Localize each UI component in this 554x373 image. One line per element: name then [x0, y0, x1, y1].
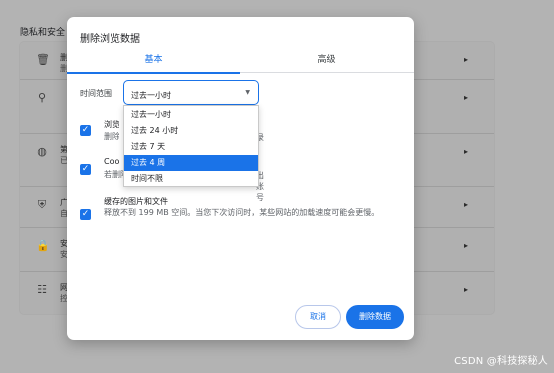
time-range-dropdown: 过去一小时 过去 24 小时 过去 7 天 过去 4 周 时间不限 [123, 105, 259, 187]
trash-icon: 🗑 [36, 53, 50, 66]
option-last-hour[interactable]: 过去一小时 [124, 107, 258, 123]
option-title: Cookie [104, 157, 120, 166]
option-title: 缓存的图片和文件 [104, 197, 168, 206]
option-desc: 释放不到 199 MB 空间。当您下次访问时，某些网站的加载速度可能会更慢。 [104, 208, 380, 217]
option-last-24-hours[interactable]: 过去 24 小时 [124, 123, 258, 139]
checkbox-cookies[interactable]: ✓ [80, 164, 91, 175]
option-title: 浏览记录 [104, 120, 119, 129]
time-range-select[interactable]: 过去一小时 ▼ [123, 80, 259, 105]
caret-down-icon: ▼ [245, 89, 250, 96]
delete-data-button[interactable]: 删除数据 [346, 305, 404, 329]
chevron-right-icon: ▸ [463, 285, 468, 294]
checkbox-browsing-history[interactable]: ✓ [80, 125, 91, 136]
chevron-right-icon: ▸ [463, 55, 468, 64]
option-desc: 若删除 [104, 170, 124, 179]
cookie-icon: ◍ [37, 145, 47, 158]
chevron-right-icon: ▸ [463, 200, 468, 209]
option-last-4-weeks[interactable]: 过去 4 周 [124, 155, 258, 171]
chevron-right-icon: ▸ [463, 241, 468, 250]
tab-advanced[interactable]: 高级 [240, 51, 413, 73]
lock-icon: 🔒 [36, 239, 50, 252]
option-last-7-days[interactable]: 过去 7 天 [124, 139, 258, 155]
watermark: CSDN @科技探秘人 [454, 356, 548, 367]
sliders-icon: ☷ [37, 283, 47, 296]
chevron-right-icon: ▸ [463, 93, 468, 102]
shield-icon: ⛨ [37, 198, 47, 211]
option-all-time[interactable]: 时间不限 [124, 171, 258, 187]
chevron-right-icon: ▸ [463, 147, 468, 156]
dialog-tabs: 基本 高级 [67, 51, 414, 74]
tab-basic[interactable]: 基本 [67, 51, 240, 74]
guide-icon: ⚲ [37, 91, 47, 104]
privacy-section-title: 隐私和安全 [20, 28, 66, 38]
cancel-button[interactable]: 取消 [295, 305, 341, 329]
dialog-title: 删除浏览数据 [80, 34, 140, 45]
checkbox-cached-files[interactable]: ✓ [80, 209, 91, 220]
time-range-label: 时间范围 [80, 89, 112, 98]
option-desc: 删除 [104, 132, 119, 141]
time-range-value: 过去一小时 [131, 91, 171, 100]
